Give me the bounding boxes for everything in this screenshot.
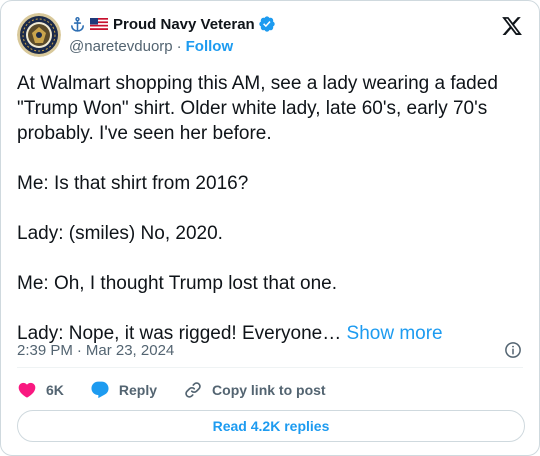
copy-link-button[interactable]: Copy link to post: [183, 380, 326, 400]
heart-icon: [18, 382, 36, 398]
reply-label: Reply: [118, 382, 158, 398]
anchor-icon: [69, 16, 86, 33]
divider: [17, 367, 523, 368]
tweet-timestamp[interactable]: 2:39 PM · Mar 23, 2024: [17, 340, 174, 360]
tweet-date: Mar 23, 2024: [85, 341, 175, 359]
tweet-line: "Trump Won" shirt. Older white lady, lat…: [17, 98, 488, 119]
like-button[interactable]: 6K: [17, 380, 64, 400]
tweet-time: 2:39 PM: [17, 341, 73, 359]
x-logo-icon[interactable]: [501, 15, 523, 37]
reply-bubble-icon: [91, 381, 109, 399]
verified-badge-icon: [258, 15, 276, 33]
tweet-line: Lady: (smiles) No, 2020.: [17, 223, 223, 244]
author-handle[interactable]: @naretevduorp: [69, 38, 173, 55]
timestamp-separator: ·: [76, 341, 82, 359]
handle-separator: ·: [176, 37, 182, 55]
read-replies-button[interactable]: Read 4.2K replies: [17, 410, 525, 442]
show-more-link[interactable]: Show more: [347, 323, 443, 344]
like-count: 6K: [46, 382, 64, 398]
info-icon[interactable]: [504, 341, 522, 359]
tweet-line: probably. I've seen her before.: [17, 123, 272, 144]
tweet-text: At Walmart shopping this AM, see a lady …: [17, 71, 527, 346]
author-display-name: Proud Navy Veteran: [113, 15, 255, 33]
author-header: Proud Navy Veteran @naretevduorp · Follo…: [69, 14, 276, 56]
tweet-line: Me: Oh, I thought Trump lost that one.: [17, 273, 338, 294]
copy-link-label: Copy link to post: [212, 382, 326, 398]
tweet-embed-card: Proud Navy Veteran @naretevduorp · Follo…: [0, 0, 540, 456]
follow-link[interactable]: Follow: [186, 38, 234, 55]
tweet-line: At Walmart shopping this AM, see a lady …: [17, 73, 498, 94]
avatar[interactable]: [17, 13, 61, 57]
reply-button[interactable]: Reply: [90, 380, 157, 400]
author-handle-row: @naretevduorp · Follow: [69, 36, 276, 56]
tweet-line: Me: Is that shirt from 2016?: [17, 173, 249, 194]
navy-seal-avatar-image: [17, 13, 61, 57]
author-name-row[interactable]: Proud Navy Veteran: [69, 14, 276, 34]
link-icon: [185, 382, 201, 398]
us-flag-icon: [90, 18, 108, 30]
action-bar: 6K Reply Copy link to post: [17, 379, 352, 401]
